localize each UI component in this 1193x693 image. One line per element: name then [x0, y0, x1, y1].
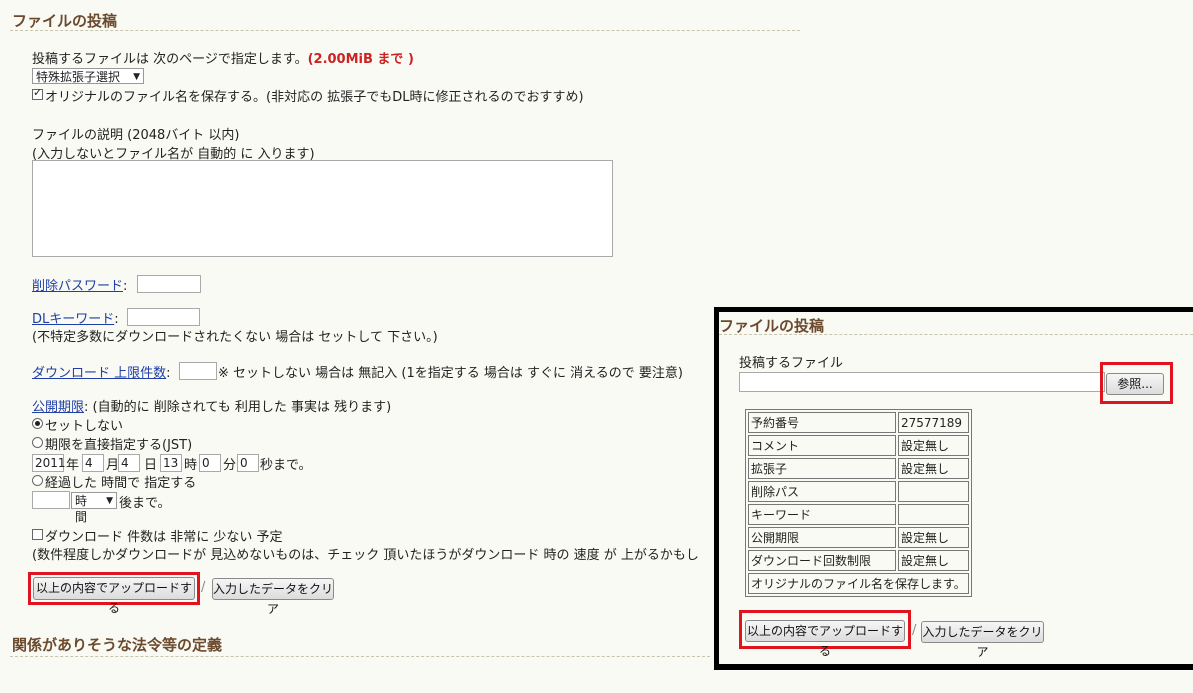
table-cell-label: キーワード	[748, 504, 896, 525]
expire-none-label: セットしない	[45, 419, 124, 434]
panel-upload-button[interactable]: 以上の内容でアップロードする	[745, 620, 905, 658]
table-row: コメント 設定無し	[748, 435, 969, 456]
table-cell-label: 公開期限	[748, 527, 896, 548]
clear-button[interactable]: 入力したデータをクリア	[212, 578, 334, 616]
table-row: オリジナルのファイル名を保存します。	[748, 573, 969, 594]
keep-name-label: オリジナルのファイル名を保存する。(非対応の 拡張子でもDL時に修正されるのでお…	[45, 90, 584, 105]
hour-unit: 時	[184, 458, 198, 473]
keep-name-row-cell: オリジナルのファイル名を保存します。	[748, 573, 969, 594]
table-cell-value: 27577189	[897, 412, 969, 433]
table-cell-value: 設定無し	[897, 435, 969, 456]
keep-name-checkbox[interactable]	[32, 86, 43, 100]
elapsed-unit-select[interactable]: 時間 ▼	[71, 492, 117, 524]
description-label: ファイルの説明 (2048バイト 以内)	[32, 128, 240, 143]
file-label: 投稿するファイル	[739, 356, 844, 371]
dl-keyword-input[interactable]	[127, 308, 200, 326]
expire-elapsed-radio[interactable]	[32, 475, 43, 486]
confirmation-panel: ファイルの投稿 投稿するファイル 参照... 予約番号 27577189 コメント設…	[714, 307, 1193, 670]
day-input[interactable]: 4	[118, 454, 140, 472]
few-dl-note: (数件程度しかダウンロードが 見込めないものは、チェック 頂いたほうがダウンロー…	[32, 548, 699, 563]
button-separator: /	[201, 580, 206, 595]
table-row: キーワード	[748, 504, 969, 525]
description-textarea[interactable]	[32, 160, 613, 257]
table-row: 公開期限 設定無し	[748, 527, 969, 548]
table-cell-label: コメント	[748, 435, 896, 456]
table-cell-value	[897, 504, 969, 525]
table-cell-label: 予約番号	[748, 412, 896, 433]
dl-keyword-note: (不特定多数にダウンロードされたくない 場合は セットして 下さい。)	[32, 330, 438, 345]
extension-select-value: 特殊拡張子選択	[36, 70, 121, 84]
expire-note: : (自動的に 削除されても 利用した 事実は 残ります)	[84, 400, 392, 415]
table-row: 削除パス	[748, 481, 969, 502]
expire-direct-label: 期限を直接指定する(JST)	[45, 438, 193, 453]
panel-clear-button[interactable]: 入力したデータをクリア	[921, 621, 1044, 659]
table-row: 拡張子 設定無し	[748, 458, 969, 479]
elapsed-input[interactable]	[32, 491, 70, 509]
colon: :	[123, 279, 128, 294]
table-row: ダウンロード回数制限 設定無し	[748, 550, 969, 571]
dl-keyword-row: DLキーワード:	[32, 308, 119, 327]
chevron-down-icon: ▼	[106, 496, 113, 506]
table-cell-label: 削除パス	[748, 481, 896, 502]
expire-elapsed-label: 経過した 時間で 指定する	[45, 476, 197, 491]
page-title: ファイルの投稿	[12, 12, 118, 30]
elapsed-suffix: 後まで。	[119, 496, 171, 511]
dl-keyword-link[interactable]: DLキーワード	[32, 312, 114, 327]
dl-limit-input[interactable]	[179, 362, 217, 380]
minute-input[interactable]: 0	[199, 454, 221, 472]
table-cell-label: ダウンロード回数制限	[748, 550, 896, 571]
colon: :	[114, 312, 119, 327]
table-cell-label: 拡張子	[748, 458, 896, 479]
table-cell-value: 設定無し	[897, 550, 969, 571]
table-cell-value: 設定無し	[897, 527, 969, 548]
delete-password-row: 削除パスワード:	[32, 275, 127, 294]
panel-button-separator: /	[912, 623, 917, 638]
expire-row: 公開期限: (自動的に 削除されても 利用した 事実は 残ります)	[32, 396, 391, 415]
delete-password-link[interactable]: 削除パスワード	[32, 279, 123, 294]
intro-text: 投稿するファイルは 次のページで指定します。(2.00MiB まで )	[32, 48, 414, 67]
chevron-down-icon: ▼	[133, 72, 140, 82]
few-dl-checkbox[interactable]	[32, 529, 43, 540]
month-input[interactable]: 4	[82, 454, 104, 472]
extension-select[interactable]: 特殊拡張子選択 ▼	[32, 68, 144, 84]
upload-button[interactable]: 以上の内容でアップロードする	[33, 577, 195, 615]
dl-limit-row: ダウンロード 上限件数:	[32, 362, 171, 381]
year-unit: 年	[66, 458, 80, 473]
day-unit: 日	[144, 458, 158, 473]
dl-limit-note: ※ セットしない 場合は 無記入 (1を指定する 場合は すぐに 消えるので 要…	[218, 366, 683, 381]
panel-title-divider	[719, 334, 1193, 335]
elapsed-unit-value: 時間	[75, 494, 88, 524]
upload-info-table: 予約番号 27577189 コメント 設定無し 拡張子 設定無し 削除パス キーワード 公開期限…	[745, 409, 972, 597]
table-cell-value: 設定無し	[897, 458, 969, 479]
file-path-input[interactable]	[739, 372, 1105, 392]
expire-none-radio[interactable]	[32, 418, 43, 429]
max-size-label: (2.00MiB まで )	[307, 52, 414, 67]
related-laws-title: 関係がありそうな法令等の定義	[12, 636, 223, 654]
browse-button[interactable]: 参照...	[1106, 373, 1164, 395]
table-row: 予約番号 27577189	[748, 412, 969, 433]
intro-label: 投稿するファイルは 次のページで指定します。	[32, 52, 308, 67]
second-input[interactable]: 0	[237, 454, 259, 472]
few-dl-label: ダウンロード 件数は 非常に 少ない 予定	[45, 530, 283, 545]
hour-input[interactable]: 13	[160, 454, 182, 472]
title-divider	[10, 30, 800, 31]
table-cell-value	[897, 481, 969, 502]
related-divider	[10, 656, 710, 657]
second-unit: 秒まで。	[260, 458, 312, 473]
expire-link[interactable]: 公開期限	[32, 400, 84, 415]
year-input[interactable]: 2011	[32, 454, 66, 472]
dl-limit-link[interactable]: ダウンロード 上限件数	[32, 366, 166, 381]
panel-title: ファイルの投稿	[719, 317, 825, 335]
colon: :	[166, 366, 171, 381]
delete-password-input[interactable]	[137, 275, 201, 293]
minute-unit: 分	[223, 458, 237, 473]
expire-direct-radio[interactable]	[32, 437, 43, 448]
